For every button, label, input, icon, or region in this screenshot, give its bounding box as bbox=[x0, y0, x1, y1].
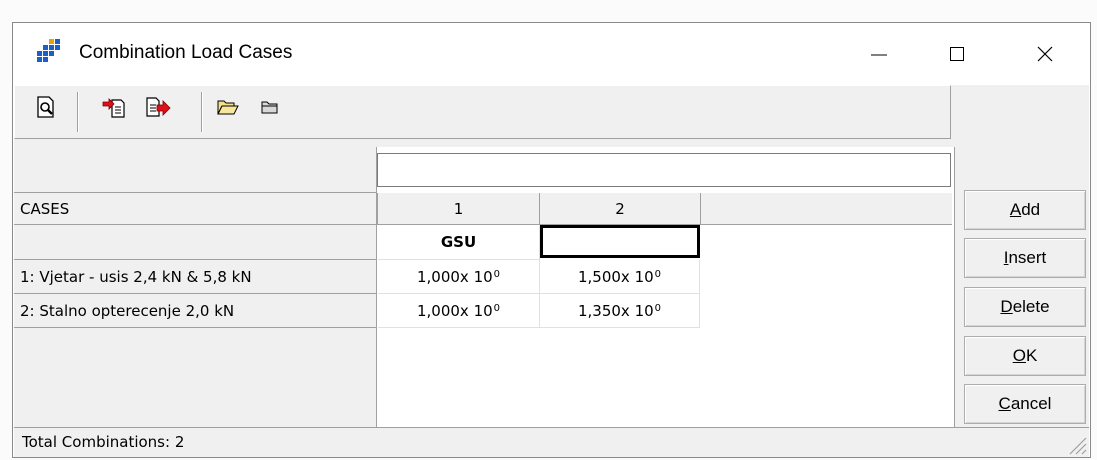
factor-exponent: 0 bbox=[654, 269, 662, 280]
ok-button[interactable]: OK bbox=[964, 336, 1086, 376]
close-icon bbox=[1037, 46, 1053, 62]
column-header-empty bbox=[701, 193, 952, 225]
combination-name-cell-selected[interactable] bbox=[540, 225, 700, 258]
title-bar[interactable]: Combination Load Cases bbox=[13, 23, 1090, 85]
row-header-column: CASES 1: Vjetar - usis 2,4 kN & 5,8 kN 2… bbox=[14, 147, 377, 427]
factor-cell[interactable]: 1,000 x 10 0 bbox=[378, 294, 540, 328]
folder-icon bbox=[261, 101, 278, 114]
maximize-button[interactable] bbox=[927, 23, 987, 85]
print-preview-button[interactable] bbox=[31, 92, 61, 122]
import-button[interactable] bbox=[99, 92, 129, 122]
factor-exponent: 0 bbox=[493, 269, 501, 280]
factor-cell[interactable]: 1,000 x 10 0 bbox=[378, 260, 540, 294]
print-preview-icon bbox=[37, 96, 54, 118]
window-title: Combination Load Cases bbox=[79, 42, 293, 63]
add-label-rest: dd bbox=[1021, 200, 1041, 219]
factor-exponent: 0 bbox=[493, 303, 501, 314]
status-bar: Total Combinations: 2 bbox=[14, 427, 1089, 457]
maximize-icon bbox=[950, 47, 964, 61]
column-header-row: 1 2 bbox=[377, 193, 952, 225]
factor-exponent: 0 bbox=[654, 303, 662, 314]
factor-cell[interactable]: 1,350 x 10 0 bbox=[540, 294, 700, 328]
status-text: Total Combinations: 2 bbox=[22, 433, 185, 451]
resize-grip-icon[interactable] bbox=[1065, 433, 1087, 455]
case-row-label[interactable]: 2: Stalno opterecenje 2,0 kN bbox=[14, 294, 376, 328]
factor-mantissa: 1,000 bbox=[416, 301, 460, 320]
ok-label-mnemonic: O bbox=[1012, 346, 1026, 365]
minimize-button[interactable] bbox=[849, 23, 909, 85]
combination-name-cell[interactable]: GSU bbox=[378, 225, 540, 260]
factor-base: x 10 bbox=[459, 301, 493, 320]
row-header-names bbox=[14, 225, 376, 260]
open-folder-icon bbox=[217, 100, 239, 115]
open-folder-button[interactable] bbox=[213, 92, 243, 122]
ok-label-rest: K bbox=[1025, 346, 1038, 365]
add-label-mnemonic: A bbox=[1009, 200, 1022, 219]
export-button[interactable] bbox=[143, 92, 173, 122]
delete-label-mnemonic: D bbox=[1000, 297, 1013, 316]
folder-button[interactable] bbox=[255, 92, 285, 122]
dialog-body: CASES 1: Vjetar - usis 2,4 kN & 5,8 kN 2… bbox=[14, 85, 1089, 457]
factor-base: x 10 bbox=[620, 267, 654, 286]
add-button[interactable]: Add bbox=[964, 190, 1086, 230]
cancel-label-rest: ancel bbox=[1010, 394, 1052, 413]
cell-edit-input[interactable] bbox=[377, 153, 951, 187]
cases-grid: CASES 1: Vjetar - usis 2,4 kN & 5,8 kN 2… bbox=[14, 147, 955, 427]
factor-mantissa: 1,350 bbox=[577, 301, 621, 320]
cancel-label-mnemonic: C bbox=[998, 394, 1011, 413]
export-icon bbox=[146, 97, 171, 117]
close-button[interactable] bbox=[1015, 23, 1075, 85]
cancel-button[interactable]: Cancel bbox=[964, 384, 1086, 424]
case-row-label[interactable]: 1: Vjetar - usis 2,4 kN & 5,8 kN bbox=[14, 260, 376, 294]
import-icon bbox=[102, 98, 125, 118]
insert-button[interactable]: Insert bbox=[964, 238, 1086, 278]
factor-base: x 10 bbox=[620, 301, 654, 320]
factor-base: x 10 bbox=[459, 267, 493, 286]
delete-label-rest: elete bbox=[1012, 297, 1050, 316]
toolbar bbox=[14, 85, 951, 139]
toolbar-group-transfer bbox=[77, 92, 202, 132]
column-header-1[interactable]: 1 bbox=[377, 193, 540, 225]
factor-cell[interactable]: 1,500 x 10 0 bbox=[540, 260, 700, 294]
minimize-icon bbox=[871, 54, 887, 56]
delete-button[interactable]: Delete bbox=[964, 287, 1086, 327]
app-icon bbox=[37, 39, 60, 62]
row-header-blank bbox=[14, 147, 376, 193]
factor-mantissa: 1,000 bbox=[416, 267, 460, 286]
column-header-2[interactable]: 2 bbox=[540, 193, 701, 225]
factor-mantissa: 1,500 bbox=[577, 267, 621, 286]
dialog-window: Combination Load Cases CASES 1: Vjetar -… bbox=[12, 22, 1091, 458]
cases-header-label: CASES bbox=[14, 193, 376, 225]
insert-label-rest: nsert bbox=[1008, 248, 1047, 267]
